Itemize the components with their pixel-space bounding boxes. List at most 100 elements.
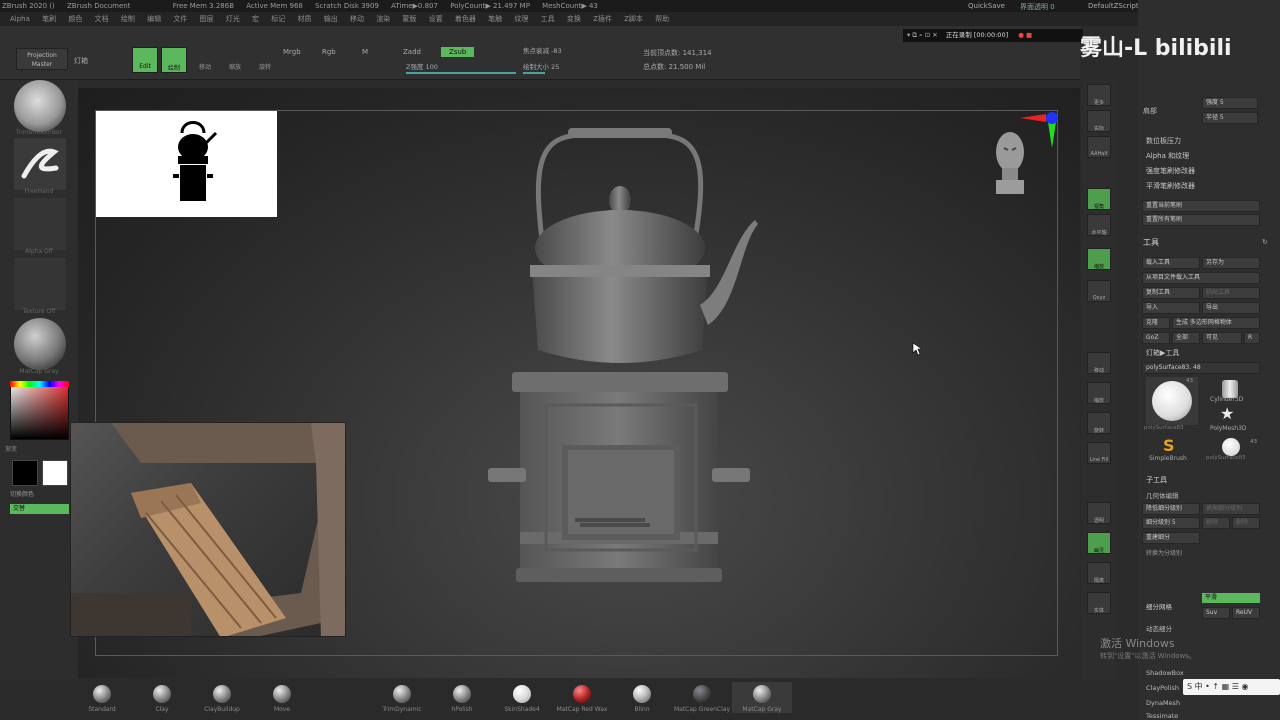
menu-item[interactable]: 着色器 xyxy=(455,15,476,23)
dynamesh-item[interactable]: DynaMesh xyxy=(1146,699,1180,707)
ime-toolbar[interactable]: S 中 • ↑ ▦ ☰ ◉ xyxy=(1183,679,1280,695)
brush-modifier-item[interactable]: 强度笔刷修改器 xyxy=(1146,166,1195,176)
transparent-button[interactable]: 透明 xyxy=(1087,502,1111,524)
menu-item[interactable]: Z脚本 xyxy=(624,15,643,23)
menu-item[interactable]: 蒙版 xyxy=(402,15,416,23)
draw-button[interactable]: 绘制 xyxy=(161,47,187,73)
shadowbox-item[interactable]: ShadowBox xyxy=(1146,669,1184,677)
reset-all-brushes-button[interactable]: 重置所有笔刷 xyxy=(1142,214,1260,226)
visible-button[interactable]: 可见 xyxy=(1202,332,1242,344)
menu-item[interactable]: 笔触 xyxy=(488,15,502,23)
material-greenclay[interactable]: MatCap GreenClay xyxy=(672,682,732,713)
intensity-slider[interactable]: 强度 5 xyxy=(1202,97,1258,109)
dynamic-subdiv-item[interactable]: 动态细分 xyxy=(1146,623,1172,633)
lightbox-button[interactable]: 灯箱 xyxy=(74,56,88,66)
subtool-header[interactable]: 子工具 xyxy=(1146,475,1167,485)
secondary-color-swatch[interactable] xyxy=(42,460,68,486)
brush-move[interactable]: Move xyxy=(252,682,312,713)
menu-item[interactable]: 笔刷 xyxy=(42,15,56,23)
alpha-thumbnail[interactable] xyxy=(14,198,66,250)
xyz-button[interactable]: Qxyz xyxy=(1087,280,1111,302)
sdiv-slider[interactable]: 细分级别 5 xyxy=(1142,517,1200,529)
local-button[interactable]: 缩放 xyxy=(1087,248,1111,270)
clone-button[interactable]: 克隆 xyxy=(1142,317,1170,329)
claypolish-item[interactable]: ClayPolish xyxy=(1146,684,1179,692)
menu-item[interactable]: 灯光 xyxy=(226,15,240,23)
polysurface-small-icon[interactable] xyxy=(1222,438,1240,456)
tool-thumb-polysurface[interactable] xyxy=(1146,377,1198,425)
menu-item[interactable]: 移动 xyxy=(350,15,364,23)
menu-item[interactable]: 图层 xyxy=(200,15,214,23)
convert-bpr-item[interactable]: 转换为分级别 xyxy=(1146,548,1182,557)
load-tool-button[interactable]: 载入工具 xyxy=(1142,257,1200,269)
menu-item[interactable]: 输出 xyxy=(324,15,338,23)
record-icon[interactable]: ● ■ xyxy=(1018,31,1032,39)
move-button[interactable]: 移动 xyxy=(192,47,218,73)
brush-trimdynamic[interactable]: TrimDynamic xyxy=(372,682,432,713)
brush-standard[interactable]: Standard xyxy=(72,682,132,713)
menu-item[interactable]: 文档 xyxy=(95,15,109,23)
focal-shift-slider[interactable]: 焦点衰减 -83 xyxy=(523,46,638,56)
alpha-texture-item[interactable]: Alpha 和纹理 xyxy=(1146,151,1189,161)
radius-slider[interactable]: 半径 5 xyxy=(1202,112,1258,124)
kettle-stove-model[interactable] xyxy=(480,120,770,600)
aahalf-button[interactable]: AAHalf xyxy=(1087,136,1111,158)
geometry-header[interactable]: 几何体编辑 xyxy=(1146,490,1179,500)
floor-button[interactable]: 水平轴 xyxy=(1087,214,1111,236)
paste-tool-button[interactable]: 粘贴工具 xyxy=(1202,287,1260,299)
import-button[interactable]: 导入 xyxy=(1142,302,1200,314)
export-button[interactable]: 导出 xyxy=(1202,302,1260,314)
reconstruct-subdiv-button[interactable]: 重建细分 xyxy=(1142,532,1200,544)
menu-item[interactable]: Z插件 xyxy=(593,15,612,23)
zsub-button[interactable]: Zsub xyxy=(441,47,475,57)
brush-clay[interactable]: Clay xyxy=(132,682,192,713)
ui-transparency-slider[interactable]: 界面透明 0 xyxy=(1020,2,1055,12)
rgb-button[interactable]: Rgb xyxy=(322,48,336,56)
divide-label[interactable]: 细分网格 xyxy=(1146,601,1172,611)
menu-item[interactable]: 变换 xyxy=(567,15,581,23)
menu-item[interactable]: 纹理 xyxy=(514,15,528,23)
lightbox-tools-button[interactable]: 灯箱▶工具 xyxy=(1146,348,1179,358)
line-fill-button[interactable]: Line Fill xyxy=(1087,442,1111,464)
more-button[interactable]: 更多 xyxy=(1087,84,1111,106)
switch-color-button[interactable]: 切换颜色 xyxy=(10,489,70,498)
actual-button[interactable]: 实际 xyxy=(1087,110,1111,132)
reuv-toggle[interactable]: ReUV xyxy=(1232,607,1260,619)
tessimate-item[interactable]: Tessimate xyxy=(1146,712,1178,720)
projection-master-button[interactable]: Projection Master xyxy=(16,48,68,70)
menu-item[interactable]: 编辑 xyxy=(147,15,161,23)
menu-item[interactable]: 标记 xyxy=(271,15,285,23)
menu-item[interactable]: 工具 xyxy=(541,15,555,23)
tablet-pressure-item[interactable]: 数位板压力 xyxy=(1146,136,1181,146)
reset-current-brush-button[interactable]: 重置当前笔刷 xyxy=(1142,200,1260,212)
polymesh-star-icon[interactable]: ★ xyxy=(1220,404,1234,423)
default-zscript-button[interactable]: DefaultZScript xyxy=(1088,2,1139,10)
menu-item[interactable]: 绘制 xyxy=(121,15,135,23)
all-button[interactable]: 全部 xyxy=(1172,332,1200,344)
hue-strip[interactable] xyxy=(10,381,69,387)
lower-res-button[interactable]: 降低细分级别 xyxy=(1142,503,1200,515)
move-view-button[interactable]: 移动 xyxy=(1087,352,1111,374)
draw-size-slider[interactable]: 绘制大小 25 xyxy=(523,62,638,74)
brush-hpolish[interactable]: hPolish xyxy=(432,682,492,713)
material-matcap-gray[interactable]: MatCap Gray xyxy=(732,682,792,713)
save-as-button[interactable]: 另存为 xyxy=(1202,257,1260,269)
z-intensity-slider[interactable]: Z强度 100 xyxy=(406,62,516,74)
zadd-button[interactable]: Zadd xyxy=(403,48,421,56)
suv-toggle[interactable]: Suv xyxy=(1202,607,1230,619)
perspective-button[interactable]: 视角 xyxy=(1087,188,1111,210)
brush-claybuildup[interactable]: ClayBuildup xyxy=(192,682,252,713)
orientation-head-icon[interactable] xyxy=(990,128,1030,196)
menu-item[interactable]: 材质 xyxy=(297,15,311,23)
menu-item[interactable]: 宏 xyxy=(252,15,259,23)
r-button[interactable]: R xyxy=(1244,332,1260,344)
solo-button[interactable]: 隔离 xyxy=(1087,562,1111,584)
alternate-button[interactable]: 交替 xyxy=(10,504,69,514)
color-picker[interactable] xyxy=(10,381,69,440)
scale-button[interactable]: 缩放 xyxy=(222,47,248,73)
simplebrush-icon[interactable]: S xyxy=(1163,436,1175,455)
rotate-button[interactable]: 旋转 xyxy=(252,47,278,73)
edit-button[interactable]: Edit xyxy=(132,47,158,73)
material-thumbnail[interactable] xyxy=(14,318,66,370)
material-skinshade4[interactable]: SkinShade4 xyxy=(492,682,552,713)
